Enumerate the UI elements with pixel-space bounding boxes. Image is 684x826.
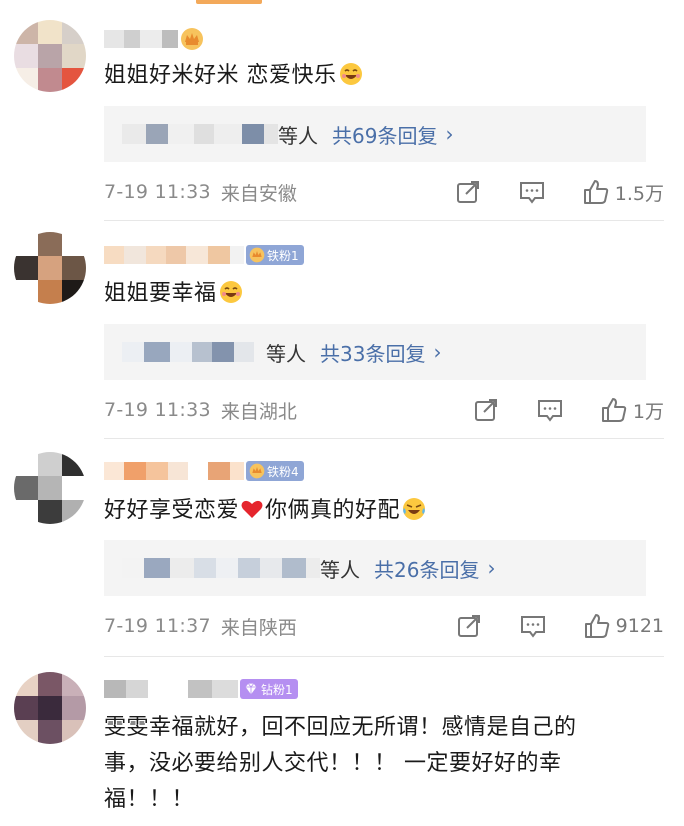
top-accent-bar <box>196 0 262 4</box>
username-row: 钻粉1 <box>104 676 298 702</box>
heart-icon <box>241 500 263 518</box>
like-count: 9121 <box>615 615 664 637</box>
comment-date: 7-19 11:33 <box>104 399 211 421</box>
laughing-face-icon <box>219 281 242 303</box>
reply-usernames-blurred <box>122 342 254 362</box>
laughing-face-icon <box>339 63 362 85</box>
avatar[interactable] <box>14 452 86 524</box>
comment-meta: 7-19 11:33 来自湖北 1万 <box>104 394 664 426</box>
comment-actions: 1.5万 <box>455 176 664 208</box>
reply-count-link[interactable]: 共26条回复 › <box>374 554 495 583</box>
avatar[interactable] <box>14 232 86 304</box>
comment-icon[interactable] <box>537 397 563 423</box>
reply-usernames-blurred <box>122 558 320 578</box>
comment-location: 来自安徽 <box>220 182 297 205</box>
like-icon[interactable] <box>584 613 610 639</box>
crown-icon <box>181 28 203 50</box>
comment-text: 好好享受恋爱 你俩真的好配 <box>104 493 426 529</box>
username-blurred[interactable] <box>104 680 238 698</box>
comment-icon[interactable] <box>520 613 546 639</box>
comment-location: 来自陕西 <box>220 616 297 639</box>
chevron-right-icon: › <box>433 340 442 364</box>
username-blurred[interactable] <box>104 246 244 264</box>
comment-text: 姐姐好米好米 恋爱快乐 <box>104 58 363 94</box>
comment-location: 来自湖北 <box>220 400 297 423</box>
reply-suffix: 等人 <box>266 341 306 366</box>
share-icon[interactable] <box>473 397 499 423</box>
crown-icon <box>249 247 265 263</box>
comment-text: 姐姐要幸福 <box>104 276 243 312</box>
reply-count-link[interactable]: 共69条回复 › <box>332 120 453 149</box>
diamond-icon <box>245 683 257 695</box>
reply-preview[interactable]: 等人 共69条回复 › <box>104 106 646 162</box>
comment-date: 7-19 11:33 <box>104 181 211 203</box>
divider <box>104 438 664 439</box>
avatar[interactable] <box>14 20 86 92</box>
comment-date: 7-19 11:37 <box>104 615 211 637</box>
like-count: 1万 <box>632 400 664 423</box>
avatar[interactable] <box>14 672 86 744</box>
chevron-right-icon: › <box>445 122 454 146</box>
comment-meta: 7-19 11:33 来自安徽 1.5万 <box>104 176 664 208</box>
reply-suffix: 等人 <box>278 123 318 148</box>
reply-preview[interactable]: 等人 共26条回复 › <box>104 540 646 596</box>
like-icon[interactable] <box>583 179 609 205</box>
reply-usernames-blurred <box>122 124 278 144</box>
username-row <box>104 26 204 52</box>
username-blurred[interactable] <box>104 462 244 480</box>
comment-actions: 9121 <box>456 610 664 642</box>
username-row: 铁粉1 <box>104 242 304 268</box>
like-icon[interactable] <box>601 397 627 423</box>
username-row: 铁粉4 <box>104 458 304 484</box>
fan-badge[interactable]: 钻粉1 <box>240 679 298 699</box>
chevron-right-icon: › <box>487 556 496 580</box>
reply-suffix: 等人 <box>320 557 360 582</box>
like-count: 1.5万 <box>614 182 664 205</box>
comment-actions: 1万 <box>473 394 664 426</box>
comment-meta: 7-19 11:37 来自陕西 9121 <box>104 610 664 642</box>
reply-preview[interactable]: 等人 共33条回复 › <box>104 324 646 380</box>
share-icon[interactable] <box>455 179 481 205</box>
username-blurred[interactable] <box>104 30 178 48</box>
comment-text: 雯雯幸福就好，回不回应无所谓！感情是自己的 事，没必要给别人交代！！！ 一定要好… <box>104 715 577 812</box>
comment-icon[interactable] <box>519 179 545 205</box>
crown-icon <box>249 463 265 479</box>
reply-count-link[interactable]: 共33条回复 › <box>320 338 441 367</box>
fan-badge[interactable]: 铁粉1 <box>246 245 304 265</box>
crying-laughing-icon <box>403 498 426 520</box>
divider <box>104 220 664 221</box>
share-icon[interactable] <box>456 613 482 639</box>
fan-badge[interactable]: 铁粉4 <box>246 461 304 481</box>
divider <box>104 656 664 657</box>
